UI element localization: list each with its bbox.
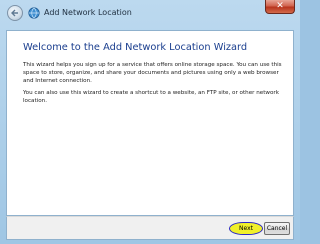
wizard-content: Welcome to the Add Network Location Wiza… — [6, 30, 294, 216]
page-title: Welcome to the Add Network Location Wiza… — [23, 42, 248, 53]
title-bar: Add Network Location ✕ — [0, 0, 300, 30]
description-paragraph: This wizard helps you sign up for a serv… — [23, 62, 282, 85]
window-title: Add Network Location — [44, 8, 132, 17]
back-button[interactable] — [7, 5, 23, 21]
close-icon: ✕ — [276, 1, 284, 11]
back-arrow-icon — [11, 9, 18, 17]
next-button[interactable]: Next — [229, 222, 263, 235]
globe-icon — [28, 7, 40, 19]
button-bar: Next Cancel — [6, 216, 294, 240]
shortcut-paragraph: You can also use this wizard to create a… — [23, 90, 279, 105]
close-button[interactable]: ✕ — [265, 0, 295, 14]
cancel-button[interactable]: Cancel — [264, 222, 290, 235]
wizard-window: Add Network Location ✕ Welcome to the Ad… — [0, 0, 300, 244]
